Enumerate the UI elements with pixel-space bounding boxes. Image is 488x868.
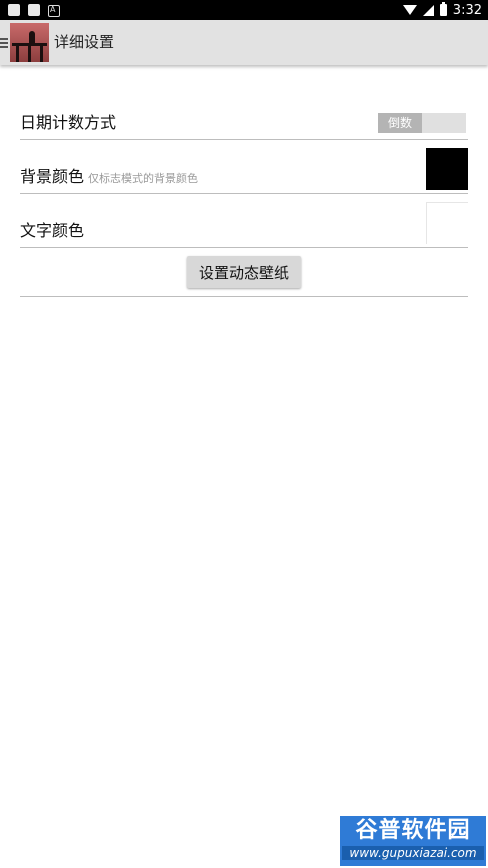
watermark-title: 谷普软件园 — [355, 818, 471, 843]
background-color-label: 背景颜色 仅标志模式的背景颜色 — [20, 167, 199, 186]
page-title: 详细设置 — [54, 33, 115, 51]
menu-icon[interactable] — [0, 38, 8, 50]
date-count-setting: 日期计数方式 倒数 — [20, 109, 468, 140]
background-color-swatch[interactable] — [426, 148, 468, 190]
set-live-wallpaper-button[interactable]: 设置动态壁纸 — [187, 256, 301, 288]
signal-icon — [422, 4, 434, 16]
wifi-icon — [402, 5, 417, 15]
text-color-swatch[interactable] — [426, 202, 468, 244]
background-color-setting: 背景颜色 仅标志模式的背景颜色 — [20, 145, 468, 194]
watermark-logo: 谷普软件园 www.gupuxiazai.com — [340, 816, 486, 866]
divider — [20, 296, 468, 297]
app-bar: 详细设置 — [0, 20, 488, 65]
toggle-value: 倒数 — [378, 113, 422, 133]
text-color-setting: 文字颜色 — [20, 199, 468, 248]
notification-icon — [8, 4, 20, 16]
watermark-url: www.gupuxiazai.com — [342, 846, 484, 860]
status-time: 3:32 — [452, 2, 482, 18]
status-bar: A 3:32 — [0, 0, 488, 20]
status-indicators: 3:32 — [402, 1, 482, 19]
notification-icon — [28, 4, 40, 16]
background-color-hint: 仅标志模式的背景颜色 — [88, 172, 199, 185]
font-icon: A — [48, 5, 60, 17]
date-count-toggle[interactable]: 倒数 — [378, 113, 466, 133]
battery-icon — [439, 2, 447, 16]
date-count-label: 日期计数方式 — [20, 113, 117, 132]
app-logo[interactable] — [10, 23, 49, 62]
text-color-label: 文字颜色 — [20, 221, 85, 240]
